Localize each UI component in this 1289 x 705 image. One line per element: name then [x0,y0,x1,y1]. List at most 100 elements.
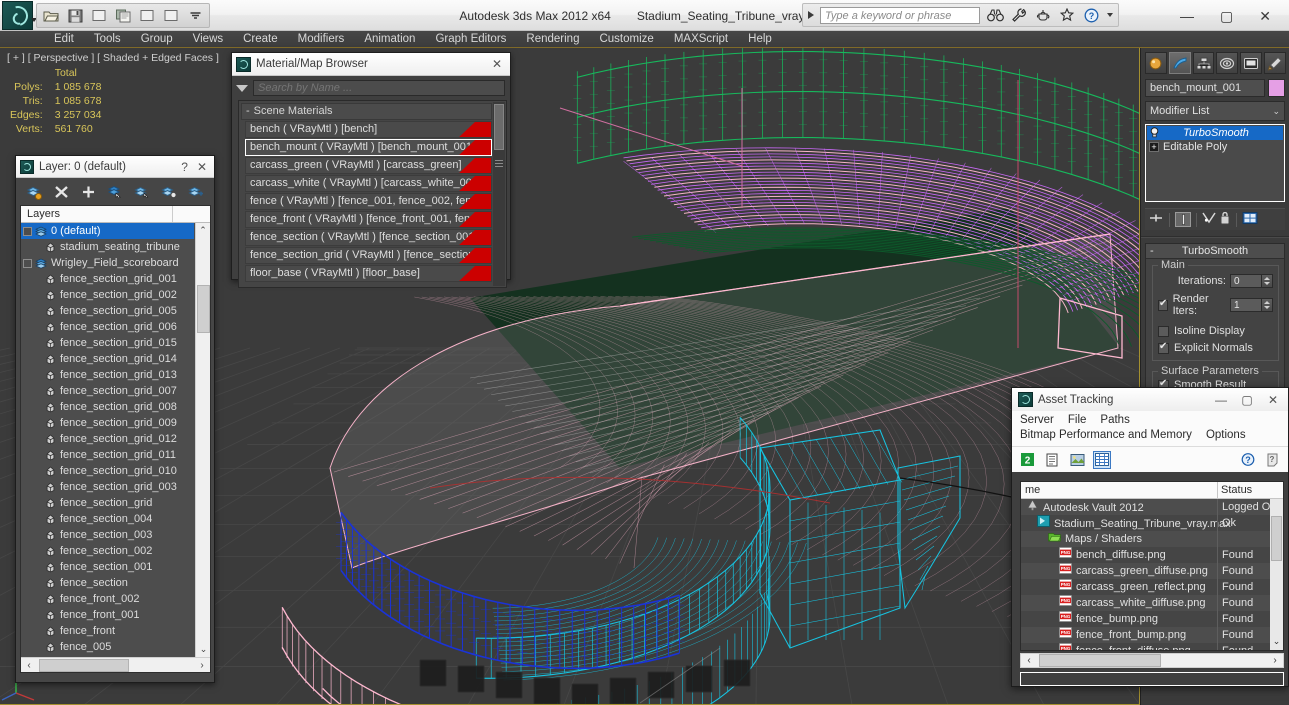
select-region-icon[interactable] [161,6,181,25]
close-icon[interactable]: ✕ [1259,9,1271,23]
material-search-input[interactable] [253,80,505,96]
select-object-icon[interactable] [137,6,157,25]
remove-modifier-icon[interactable] [1219,211,1231,228]
material-list-item[interactable]: carcass_green ( VRayMtl ) [carcass_green… [245,157,492,174]
asset-column-name[interactable]: me [1025,482,1040,498]
material-browser-titlebar[interactable]: Material/Map Browser ✕ [232,53,510,76]
show-end-result-icon[interactable] [1175,212,1191,227]
modifier-stack-item-turbosmooth[interactable]: TurboSmooth [1147,126,1283,140]
hscroll-track[interactable] [1037,654,1267,667]
asset-row[interactable]: PNG carcass_green_reflect.png Found [1021,579,1283,595]
display-tab[interactable] [1240,52,1263,74]
material-list-item[interactable]: fence_front ( VRayMtl ) [fence_front_001… [245,211,492,228]
menu-item-modifiers[interactable]: Modifiers [288,31,355,47]
asset-row[interactable]: PNG fence_front_bump.png Found [1021,627,1283,643]
chevron-down-icon[interactable]: ⌄ [1272,106,1280,117]
asset-name-cell[interactable]: PNG bench_diffuse.png [1025,547,1166,563]
expand-icon[interactable]: + [1149,142,1159,152]
app-logo-icon[interactable] [2,1,33,30]
layer-node-item[interactable]: fence_section_grid_003 [21,479,194,495]
close-icon[interactable]: ✕ [1260,393,1286,407]
asset-row[interactable]: Autodesk Vault 2012 Logged O [1021,499,1283,515]
menu-item-help[interactable]: Help [738,31,782,47]
menu-item-edit[interactable]: Edit [44,31,84,47]
thumbnail-view-icon[interactable] [1068,451,1086,469]
layer-node-item[interactable]: fence_section_grid_009 [21,415,194,431]
scene-materials-group-header[interactable]: - Scene Materials [241,103,492,120]
scrollbar-thumb[interactable] [1271,516,1282,561]
material-list-item[interactable]: fence_section ( VRayMtl ) [fence_section… [245,229,492,246]
help-dropdown-icon[interactable] [1107,13,1113,17]
lightbulb-icon[interactable] [1150,127,1159,141]
scrollbar-thumb[interactable] [1039,654,1161,667]
highlight-selected-objects-layer-icon[interactable] [130,181,155,203]
delete-layer-icon[interactable] [49,181,74,203]
asset-name-cell[interactable]: Stadium_Seating_Tribune_vray.max [1025,515,1231,532]
help-icon[interactable]: ? [172,160,197,174]
teapot-icon[interactable] [1034,6,1052,24]
asset-row[interactable]: PNG bench_diffuse.png Found [1021,547,1283,563]
create-new-layer-icon[interactable] [22,181,47,203]
grid-view-icon[interactable] [1093,450,1111,469]
asset-menu-bitmap-performance[interactable]: Bitmap Performance and Memory [1020,428,1192,443]
utilities-tab[interactable] [1264,52,1286,74]
asset-row[interactable]: Stadium_Seating_Tribune_vray.max Ok [1021,515,1283,531]
scroll-left-icon[interactable]: ‹ [21,660,37,671]
layer-panel-titlebar[interactable]: Layer: 0 (default) ? ✕ [16,156,214,178]
search-input[interactable]: Type a keyword or phrase [820,6,980,24]
open-file-icon[interactable] [41,6,61,25]
render-iters-spinner[interactable] [1230,298,1273,312]
menu-item-customize[interactable]: Customize [589,31,663,47]
layer-node-item[interactable]: fence_section_004 [21,511,194,527]
list-view-icon[interactable] [1043,451,1061,469]
set-current-layer-icon[interactable] [157,181,182,203]
layer-node-item[interactable]: fence_section_grid_002 [21,287,194,303]
explicit-normals-checkbox[interactable] [1158,341,1169,354]
layer-list-grid[interactable]: Layers 0 (default)✔ stadium_seating_tribu… [20,205,211,673]
object-color-swatch[interactable] [1268,79,1285,97]
material-list-item[interactable]: bench ( VRayMtl ) [bench] [245,121,492,138]
asset-row[interactable]: Maps / Shaders [1021,531,1283,547]
render-iters-checkbox[interactable] [1158,298,1168,311]
layer-expand-checkbox[interactable] [23,226,32,236]
add-selection-icon[interactable] [76,181,101,203]
binoculars-icon[interactable] [986,6,1004,24]
maximize-icon[interactable]: ▢ [1220,9,1233,23]
layer-node-item[interactable]: fence_front_002 [21,591,194,607]
hscroll-track[interactable] [37,658,194,672]
asset-grid[interactable]: me Status Autodesk Vault 2012 Logged O Sta… [1020,481,1284,651]
material-list-item[interactable]: fence ( VRayMtl ) [fence_001, fence_002,… [245,193,492,210]
search-expand-icon[interactable] [808,11,814,19]
wrench-icon[interactable] [1010,6,1028,24]
scroll-down-icon[interactable]: ⌄ [1270,636,1283,650]
layer-list-item[interactable]: 0 (default)✔ [21,223,194,239]
layer-node-item[interactable]: fence_005 [21,639,194,655]
layer-node-item[interactable]: fence_front_001 [21,607,194,623]
collapse-icon[interactable]: - [1150,244,1154,258]
layer-node-item[interactable]: fence_section_001 [21,559,194,575]
layer-node-item[interactable]: fence_section_grid [21,495,194,511]
layer-node-item[interactable]: fence_section_grid_008 [21,399,194,415]
menu-item-animation[interactable]: Animation [354,31,425,47]
material-map-browser-window[interactable]: Material/Map Browser ✕ -Scene Materials … [231,52,511,288]
asset-menu-paths[interactable]: Paths [1100,413,1129,428]
asset-name-cell[interactable]: Maps / Shaders [1025,531,1142,547]
scroll-left-icon[interactable]: ‹ [1021,655,1037,666]
layer-node-item[interactable]: fence_section_grid_007 [21,383,194,399]
layer-node-item[interactable]: fence_section_grid_001 [21,271,194,287]
asset-name-cell[interactable]: PNG fence_front_diffuse.png [1025,643,1191,650]
layer-list-vertical-scrollbar[interactable]: ⌃ ⌄ [195,223,210,657]
explicit-normals-row[interactable]: Explicit Normals [1158,341,1273,354]
configure-modifier-sets-icon[interactable] [1242,211,1258,228]
qat-overflow-icon[interactable] [185,6,205,25]
scrollbar-thumb[interactable] [494,104,504,150]
layer-list-horizontal-scrollbar[interactable]: ‹ › [21,657,210,672]
close-icon[interactable]: ✕ [197,160,210,174]
refresh-icon[interactable]: 2 [1018,451,1036,469]
layer-column-header[interactable]: Layers [21,206,210,223]
layer-expand-checkbox[interactable] [23,258,32,268]
scrollbar-thumb[interactable] [197,285,210,333]
close-icon[interactable]: ✕ [492,57,506,71]
isoline-display-checkbox[interactable] [1158,325,1169,337]
modifier-stack-item-editable-poly[interactable]: + Editable Poly [1147,140,1283,154]
